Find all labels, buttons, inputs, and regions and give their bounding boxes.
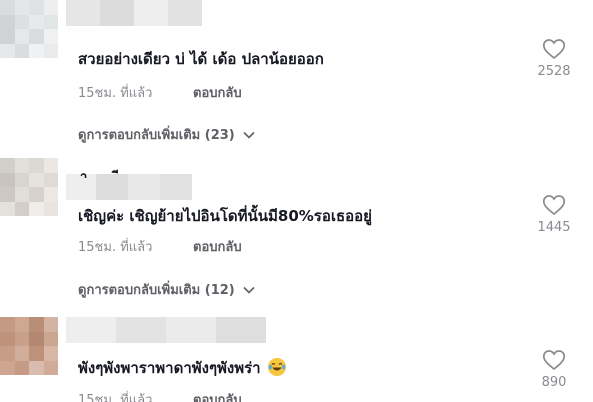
reply-button[interactable]: ตอบกลับ — [193, 82, 242, 103]
heart-outline-icon — [542, 195, 566, 216]
avatar-blurred[interactable] — [0, 158, 58, 216]
like-count: 890 — [541, 375, 567, 390]
comment-meta: 15ชม. ที่แล้ว ตอบกลับ — [78, 389, 242, 402]
laughing-tears-emoji — [267, 358, 286, 376]
comment-meta: 15ชม. ที่แล้ว ตอบกลับ — [78, 236, 242, 257]
chevron-down-icon — [243, 286, 255, 294]
view-more-replies-label: ดูการตอบกลับเพิ่มเติม (23) — [78, 128, 235, 143]
like-count: 2528 — [537, 64, 571, 79]
comment-text: พังๆพังพาราพาดาพังๆพังพร่า — [78, 356, 286, 380]
avatar-blurred[interactable] — [0, 0, 58, 58]
comment-time: 15ชม. ที่แล้ว — [78, 240, 153, 255]
username-blurred[interactable] — [66, 0, 202, 26]
like-button[interactable]: 2528 — [529, 38, 579, 79]
comment-time: 15ชม. ที่แล้ว — [78, 86, 153, 101]
like-count: 1445 — [537, 220, 571, 235]
like-button[interactable]: 1445 — [529, 194, 579, 235]
heart-outline-icon — [542, 39, 566, 60]
reply-button[interactable]: ตอบกลับ — [193, 236, 242, 257]
view-more-replies-button[interactable]: ดูการตอบกลับเพิ่มเติม (12) — [78, 279, 255, 300]
view-more-replies-button[interactable]: ดูการตอบกลับเพิ่มเติม (23) — [78, 124, 255, 145]
avatar-blurred[interactable] — [0, 317, 58, 375]
heart-outline-icon — [542, 350, 566, 371]
comment-meta: 15ชม. ที่แล้ว ตอบกลับ — [78, 82, 242, 103]
comment-text-content: พังๆพังพาราพาดาพังๆพังพร่า — [78, 359, 261, 377]
reply-button[interactable]: ตอบกลับ — [193, 389, 242, 402]
chevron-down-icon — [243, 131, 255, 139]
like-button[interactable]: 890 — [529, 349, 579, 390]
username-blurred[interactable] — [66, 317, 266, 343]
comment-text: เชิญค่ะ เชิญย้ายไปอินโดที่นั้นมี80%รอเธอ… — [78, 207, 372, 225]
comment-time: 15ชม. ที่แล้ว — [78, 393, 153, 402]
view-more-replies-label: ดูการตอบกลับเพิ่มเติม (12) — [78, 283, 235, 298]
username-fragment: ำ ี — [80, 170, 119, 178]
comment-text: สวยอย่างเดียว บ่ ได้ เด้อ ปลาน้อยออก — [78, 50, 324, 68]
